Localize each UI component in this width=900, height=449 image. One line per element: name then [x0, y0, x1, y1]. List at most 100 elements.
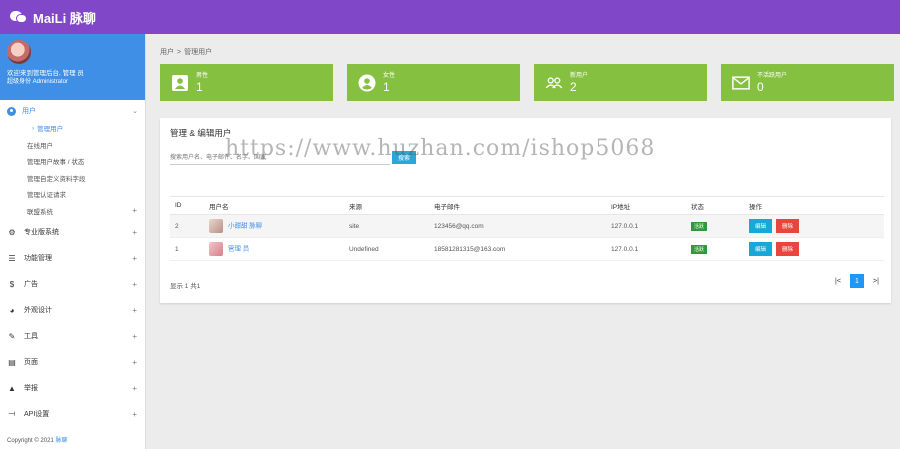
status-badge: 活跃 [691, 221, 708, 231]
brand-title[interactable]: MaiLi 脉聊 [33, 8, 96, 27]
cell-status: 活跃 [686, 214, 744, 238]
cell-email: 18581281315@163.com [429, 237, 606, 261]
sidebar-item-label: API设置 [24, 411, 50, 418]
column-header[interactable]: 电子邮件 [429, 196, 606, 215]
top-bar: MaiLi 脉聊 [0, 0, 900, 34]
page-button-current[interactable]: 1 [850, 274, 864, 288]
avatar[interactable] [7, 40, 31, 64]
user-avatar[interactable] [209, 219, 223, 233]
column-header[interactable]: IP地址 [606, 196, 686, 215]
sidebar-item-features[interactable]: ☰ 功能管理 + [0, 245, 145, 271]
sidebar-group-users[interactable]: 用户 ⌄ [0, 100, 145, 120]
sidebar-item-label: 管理认证请求 [27, 192, 66, 200]
cell-status: 活跃 [686, 237, 744, 261]
table-row: 2 小甜甜 脉聊 site 123456@qq.com 127.0.0.1 活跃… [170, 214, 884, 238]
gear-icon: ⚙ [8, 227, 16, 237]
plus-icon: + [132, 279, 137, 289]
delete-button[interactable]: 删除 [776, 242, 800, 256]
column-header[interactable]: 用户名 [204, 196, 344, 215]
pagination-summary: 显示 1 共1 [170, 283, 201, 290]
stat-value: 1 [196, 79, 203, 94]
mail-icon [732, 74, 750, 92]
column-header[interactable]: ID [170, 196, 204, 215]
sidebar-item-label: 工具 [24, 333, 38, 340]
dollar-icon: $ [9, 279, 15, 289]
watermark-text: https://www.huzhan.com/ishop5068 [225, 136, 656, 161]
column-header[interactable]: 状态 [686, 196, 744, 215]
list-icon: ☰ [8, 253, 16, 263]
cell-id: 2 [170, 214, 204, 238]
copyright-link[interactable]: 脉聊 [55, 438, 67, 444]
chevron-right-icon: › [32, 124, 35, 132]
sidebar-item-label: 外观设计 [24, 307, 52, 314]
sidebar-item-profile-fields[interactable]: 管理自定义资料字段 [0, 170, 145, 187]
stat-value: 1 [383, 79, 390, 94]
pagination: |< 1 >| [831, 274, 883, 288]
last-page-button[interactable]: >| [869, 274, 883, 288]
sidebar-item-label: 专业版系统 [24, 229, 59, 236]
main-content: 用户 > 管理用户 男性 1 女性 1 新用户 2 不活跃用户 0 管理 & 编辑用户 搜索 [146, 34, 900, 449]
cell-email: 123456@qq.com [429, 214, 606, 238]
stat-card-male: 男性 1 [160, 64, 333, 101]
first-page-button[interactable]: |< [831, 274, 845, 288]
table-row: 1 管理 员 Undefined 18581281315@163.com 127… [170, 237, 884, 261]
breadcrumb: 用户 > 管理用户 [160, 47, 212, 57]
wrench-icon: ✎ [8, 331, 16, 341]
edit-button[interactable]: 编辑 [749, 219, 773, 233]
username-link[interactable]: 管理 员 [228, 246, 249, 253]
username-link[interactable]: 小甜甜 脉聊 [228, 223, 262, 230]
stat-card-new-users: 新用户 2 [534, 64, 707, 101]
copyright: Copyright © 2021 脉聊 [7, 435, 67, 444]
palette-icon: ◕ [9, 305, 15, 315]
cell-actions: 编辑 删除 [744, 237, 884, 261]
plus-icon: + [132, 357, 137, 367]
cell-source: Undefined [344, 237, 429, 261]
panel-title: 管理 & 编辑用户 [170, 128, 232, 138]
sidebar-item-label: 管理用户 [37, 126, 64, 134]
delete-button[interactable]: 删除 [776, 219, 800, 233]
edit-button[interactable]: 编辑 [749, 242, 773, 256]
user-avatar[interactable] [209, 242, 223, 256]
sidebar-item-stories[interactable]: 管理用户故事 / 状态 [0, 153, 145, 170]
sidebar-item-label: 在线用户 [27, 142, 53, 150]
cell-source: site [344, 214, 429, 238]
sidebar-item-api[interactable]: ⟞ API设置 + [0, 401, 145, 427]
profile-card: 欢迎来到管理后台, 管理 员 超级身份 Administrator [0, 34, 145, 100]
stat-label: 新用户 [570, 72, 589, 79]
male-user-icon [171, 74, 189, 92]
plus-icon: + [132, 383, 137, 393]
sidebar-item-tools[interactable]: ✎ 工具 + [0, 323, 145, 349]
plus-icon: + [132, 253, 137, 263]
breadcrumb-parent[interactable]: 用户 [160, 49, 174, 56]
copyright-text: Copyright © 2021 [7, 438, 56, 444]
sidebar-item-verification[interactable]: 管理认证请求 [0, 186, 145, 203]
chevron-down-icon: ⌄ [132, 108, 138, 115]
sidebar: 欢迎来到管理后台, 管理 员 超级身份 Administrator 用户 ⌄ ›… [0, 34, 146, 449]
sidebar-item-manage-users[interactable]: › 管理用户 [0, 120, 145, 137]
sidebar-item-design[interactable]: ◕ 外观设计 + [0, 297, 145, 323]
column-header[interactable]: 来源 [344, 196, 429, 215]
column-header: 操作 [744, 196, 884, 215]
sidebar-item-label: 管理自定义资料字段 [27, 175, 86, 183]
wechat-logo-icon [10, 10, 28, 24]
user-icon [7, 106, 16, 116]
breadcrumb-separator: > [177, 49, 182, 56]
users-table: ID 用户名 来源 电子邮件 IP地址 状态 操作 2 小甜甜 脉聊 site … [170, 196, 884, 261]
plus-icon: + [132, 206, 137, 216]
sidebar-item-ads[interactable]: $ 广告 + [0, 271, 145, 297]
plus-icon: + [132, 227, 137, 237]
sidebar-item-pages[interactable]: ▤ 页面 + [0, 349, 145, 375]
sidebar-item-label: 联盟系统 [27, 208, 53, 216]
sidebar-item-label: 功能管理 [24, 255, 52, 262]
sidebar-item-affiliates[interactable]: 联盟系统 + [0, 203, 145, 220]
role-text: 超级身份 Administrator [7, 79, 69, 85]
cell-username: 管理 员 [204, 237, 344, 261]
stat-value: 0 [757, 79, 764, 94]
sidebar-item-online-users[interactable]: 在线用户 [0, 137, 145, 154]
sidebar-item-pro-system[interactable]: ⚙ 专业版系统 + [0, 219, 145, 245]
female-user-icon [358, 74, 376, 92]
plus-icon: + [132, 331, 137, 341]
sidebar-item-label: 页面 [24, 359, 38, 366]
page-icon: ▤ [8, 357, 16, 367]
sidebar-item-reports[interactable]: ▲ 举报 + [0, 375, 145, 401]
